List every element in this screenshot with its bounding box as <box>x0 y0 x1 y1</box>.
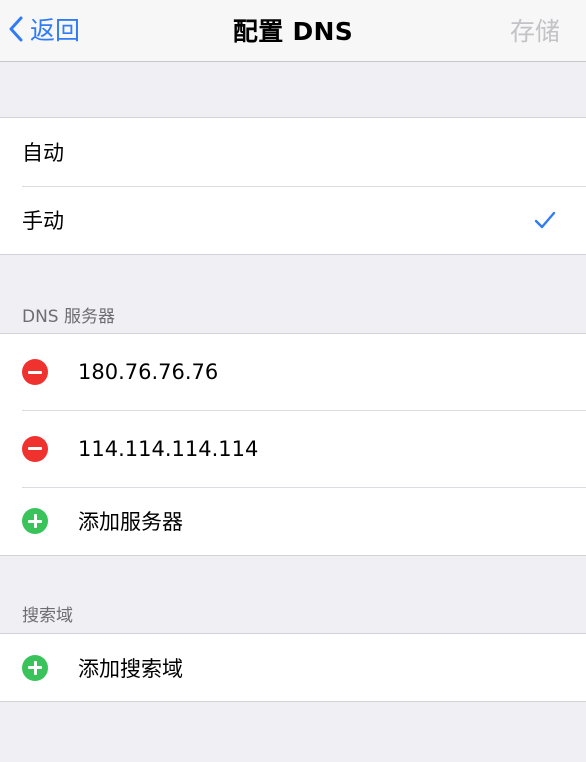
mode-option-label: 手动 <box>22 209 64 233</box>
delete-icon[interactable] <box>22 435 48 462</box>
add-server-button[interactable]: 添加服务器 <box>0 487 586 555</box>
add-search-domain-label: 添加搜索域 <box>78 656 183 681</box>
navigation-bar: 返回 配置 DNS 存储 <box>0 0 586 62</box>
add-icon <box>22 508 48 534</box>
add-search-domain-button[interactable]: 添加搜索域 <box>0 634 586 701</box>
dns-server-address[interactable]: 114.114.114.114 <box>78 437 258 461</box>
save-button[interactable]: 存储 <box>510 12 560 48</box>
page-title: 配置 DNS <box>232 17 354 46</box>
dns-server-address[interactable]: 180.76.76.76 <box>78 360 218 384</box>
add-icon <box>22 654 48 681</box>
search-domains-group: 添加搜索域 <box>0 633 586 702</box>
dns-servers-header: DNS 服务器 <box>22 307 116 327</box>
dns-servers-group: 180.76.76.76 114.114.114.114 添加服务器 <box>0 333 586 556</box>
mode-option-manual[interactable]: 手动 <box>0 186 586 254</box>
dns-server-row: 114.114.114.114 <box>0 410 586 487</box>
mode-option-label: 自动 <box>22 141 64 165</box>
mode-group: 自动 手动 <box>0 117 586 255</box>
mode-option-automatic[interactable]: 自动 <box>0 118 586 186</box>
delete-icon[interactable] <box>22 359 48 385</box>
checkmark-icon <box>534 211 556 229</box>
add-server-label: 添加服务器 <box>78 510 183 534</box>
dns-server-row: 180.76.76.76 <box>0 334 586 410</box>
search-domains-header: 搜索域 <box>22 606 73 626</box>
